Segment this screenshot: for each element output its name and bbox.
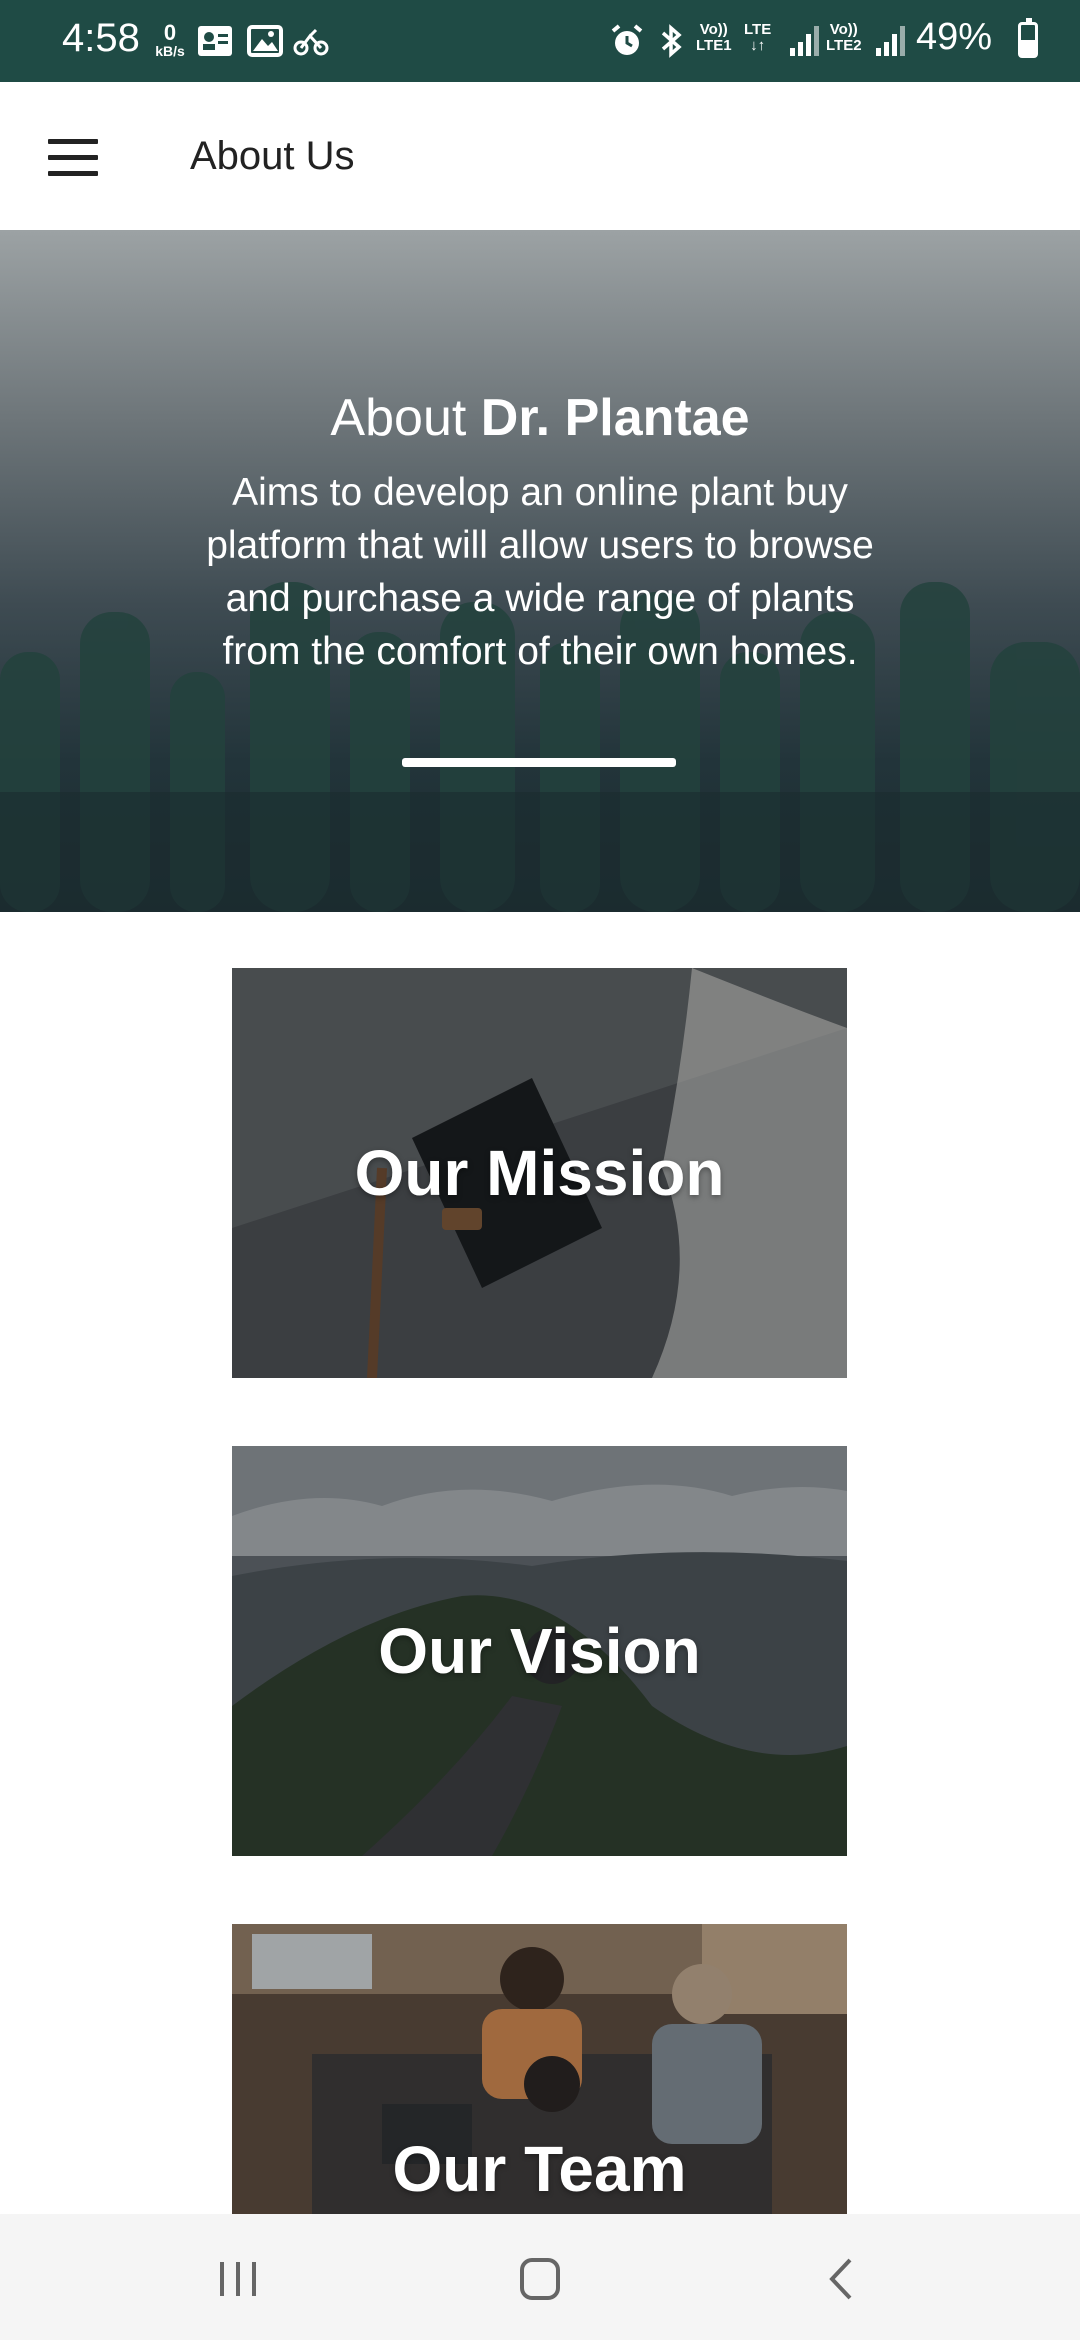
hero-divider <box>402 758 676 767</box>
back-icon[interactable] <box>812 2254 872 2304</box>
battery-percent: 49% <box>915 16 992 58</box>
signal-sim1-icon <box>790 26 819 56</box>
system-nav-bar <box>0 2214 1080 2340</box>
status-time: 4:58 <box>62 16 140 60</box>
hero-title-brand: Dr. Plantae <box>480 389 750 447</box>
team-card-title: Our Team <box>392 2133 687 2205</box>
data-speed-value: 0 <box>163 20 177 45</box>
alarm-icon <box>611 24 643 55</box>
vision-card-title: Our Vision <box>378 1615 701 1687</box>
contacts-card-icon <box>198 26 232 56</box>
team-card[interactable]: Our Team <box>232 1924 847 2214</box>
recent-apps-icon[interactable] <box>208 2254 268 2304</box>
mission-card[interactable]: Our Mission <box>232 968 847 1378</box>
hero-title: About Dr. Plantae <box>0 388 1080 448</box>
volte1-indicator: Vo)) LTE1 <box>696 21 732 54</box>
hero-title-prefix: About <box>330 389 481 447</box>
vision-card[interactable]: Our Vision <box>232 1446 847 1856</box>
lte-indicator: LTE ↓↑ <box>744 21 772 54</box>
bike-notification-icon <box>293 28 329 56</box>
volte2-indicator: Vo)) LTE2 <box>826 21 862 54</box>
hamburger-menu-icon[interactable] <box>48 139 98 176</box>
signal-sim2-icon <box>876 26 905 56</box>
hero-description: Aims to develop an online plant buy plat… <box>206 471 874 673</box>
bluetooth-icon <box>661 24 682 58</box>
battery-icon <box>1018 18 1038 58</box>
page-title: About Us <box>190 134 355 178</box>
data-speed: 0 kB/s <box>150 20 190 59</box>
hero-banner: About Dr. Plantae Aims to develop an onl… <box>0 230 1080 912</box>
app-bar: About Us <box>0 82 1080 230</box>
data-speed-unit: kB/s <box>155 43 185 59</box>
status-bar: 4:58 0 kB/s Vo)) LTE1 LTE ↓↑ Vo)) LTE2 4… <box>0 0 1080 82</box>
gallery-icon <box>247 25 283 57</box>
mission-card-title: Our Mission <box>354 1137 725 1209</box>
home-icon[interactable] <box>510 2254 570 2304</box>
